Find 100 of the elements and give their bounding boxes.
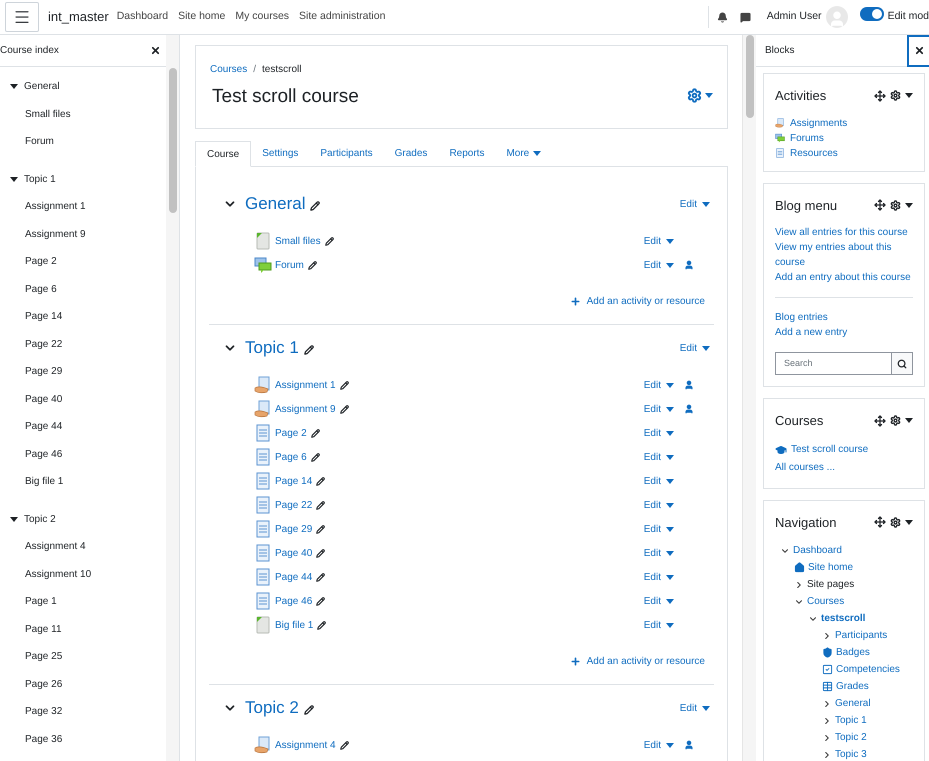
scrollbar[interactable] — [166, 35, 179, 761]
pencil-icon[interactable] — [324, 236, 334, 246]
close-icon[interactable] — [150, 45, 162, 56]
pencil-icon[interactable] — [316, 524, 326, 534]
nav-link[interactable]: Topic 1 — [835, 713, 867, 728]
edit-menu-link[interactable]: Edit — [644, 258, 674, 272]
settings-icon[interactable] — [890, 90, 901, 102]
bell-icon[interactable] — [716, 12, 728, 22]
tab[interactable]: Settings — [251, 140, 310, 166]
index-section[interactable]: Topic 1 — [24, 172, 56, 187]
activity-link[interactable]: Small files — [275, 234, 321, 248]
index-item[interactable]: Page 11 — [25, 622, 62, 637]
activity-link[interactable]: Page 40 — [275, 546, 312, 560]
user-name[interactable]: Admin User — [766, 9, 822, 25]
index-item[interactable]: Small files — [25, 106, 71, 122]
nav-link[interactable]: General — [835, 696, 871, 711]
edit-mode-switch[interactable] — [860, 7, 884, 21]
pencil-icon[interactable] — [310, 452, 320, 462]
block-link[interactable]: Resources — [790, 146, 838, 160]
tab[interactable]: Course — [195, 141, 252, 167]
activity-link[interactable]: Assignment 4 — [275, 738, 336, 752]
settings-icon[interactable] — [890, 200, 901, 211]
index-item[interactable]: Page 32 — [25, 704, 62, 720]
chat-icon[interactable] — [740, 12, 751, 22]
block-link[interactable]: Blog entries — [775, 310, 913, 325]
section-title[interactable]: Topic 2 — [245, 695, 299, 721]
index-item[interactable]: Assignment 10 — [25, 566, 92, 582]
block-link[interactable]: Forums — [790, 130, 824, 146]
edit-menu-link[interactable]: Edit — [644, 498, 674, 512]
nav-link[interactable]: Site home — [808, 560, 854, 575]
activity-link[interactable]: Page 6 — [275, 450, 307, 464]
person-icon[interactable] — [684, 260, 694, 270]
tab[interactable]: Grades — [384, 140, 438, 166]
index-item[interactable]: Page 6 — [25, 282, 57, 297]
pencil-icon[interactable] — [316, 548, 326, 558]
nav-link[interactable]: Topic 3 — [835, 747, 867, 761]
activity-link[interactable]: Big file 1 — [275, 618, 314, 632]
index-item[interactable]: Page 36 — [25, 732, 62, 747]
activity-link[interactable]: Forum — [275, 258, 304, 272]
activity-link[interactable]: Page 14 — [275, 474, 312, 488]
pencil-icon[interactable] — [316, 500, 326, 510]
tab[interactable]: More — [495, 140, 552, 166]
person-icon[interactable] — [684, 404, 694, 414]
pencil-icon[interactable] — [340, 740, 349, 750]
index-item[interactable]: Page 1 — [25, 594, 57, 610]
close-button[interactable] — [907, 34, 929, 66]
nav-link[interactable]: Site administration — [299, 9, 386, 25]
edit-menu-link[interactable]: Edit — [644, 594, 674, 608]
edit-menu-link[interactable]: Edit — [644, 402, 674, 416]
index-item[interactable]: Page 2 — [25, 254, 57, 270]
pencil-icon[interactable] — [316, 572, 326, 582]
move-icon[interactable] — [874, 90, 886, 102]
activity-link[interactable]: Assignment 9 — [275, 402, 336, 416]
edit-menu-link[interactable]: Edit — [644, 738, 674, 752]
index-section[interactable]: General — [24, 79, 60, 94]
nav-link[interactable]: testscroll — [821, 611, 866, 626]
block-link[interactable]: Add a new entry — [775, 325, 913, 340]
edit-menu-link[interactable]: Edit — [680, 700, 710, 716]
index-item[interactable]: Page 29 — [25, 364, 62, 380]
index-item[interactable]: Big file 1 — [25, 474, 64, 490]
block-link[interactable]: All courses ... — [775, 460, 836, 475]
index-item[interactable]: Forum — [25, 134, 54, 150]
section-title[interactable]: General — [245, 191, 306, 217]
breadcrumb-link[interactable]: Courses — [210, 62, 248, 77]
menu-button[interactable] — [5, 2, 39, 32]
pencil-icon[interactable] — [304, 704, 314, 714]
edit-menu-link[interactable]: Edit — [644, 474, 674, 488]
pencil-icon[interactable] — [310, 200, 320, 210]
edit-menu-link[interactable]: Edit — [644, 426, 674, 440]
nav-link[interactable]: Dashboard — [793, 543, 842, 558]
tab[interactable]: Participants — [309, 140, 384, 166]
block-link[interactable]: Test scroll course — [791, 442, 868, 457]
site-name[interactable]: int_master — [48, 7, 109, 27]
activity-link[interactable]: Page 44 — [275, 570, 312, 584]
pencil-icon[interactable] — [310, 428, 320, 438]
pencil-icon[interactable] — [316, 476, 326, 486]
index-item[interactable]: Page 40 — [25, 392, 62, 407]
settings-menu-button[interactable] — [687, 88, 713, 103]
nav-link[interactable]: My courses — [235, 9, 290, 25]
nav-link[interactable]: Topic 2 — [835, 730, 867, 745]
index-item[interactable]: Assignment 1 — [25, 199, 86, 214]
nav-link[interactable]: Grades — [836, 679, 869, 694]
nav-link[interactable]: Participants — [835, 628, 888, 643]
nav-link[interactable]: Courses — [807, 594, 844, 609]
section-title[interactable]: Topic 1 — [245, 335, 299, 361]
index-item[interactable]: Page 14 — [25, 309, 62, 324]
index-item[interactable]: Page 46 — [25, 446, 62, 462]
search-button[interactable] — [892, 352, 913, 375]
index-item[interactable]: Page 44 — [25, 419, 62, 434]
edit-menu-link[interactable]: Edit — [644, 546, 674, 560]
nav-link[interactable]: Competencies — [836, 662, 900, 677]
person-icon[interactable] — [684, 740, 694, 750]
person-icon[interactable] — [684, 380, 694, 390]
activity-link[interactable]: Page 22 — [275, 498, 312, 512]
block-link[interactable]: Assignments — [790, 116, 848, 130]
tab[interactable]: Reports — [438, 140, 496, 166]
move-icon[interactable] — [874, 516, 886, 528]
block-link[interactable]: Add an entry about this course — [775, 270, 913, 285]
settings-icon[interactable] — [890, 516, 901, 528]
index-item[interactable]: Page 22 — [25, 336, 62, 352]
